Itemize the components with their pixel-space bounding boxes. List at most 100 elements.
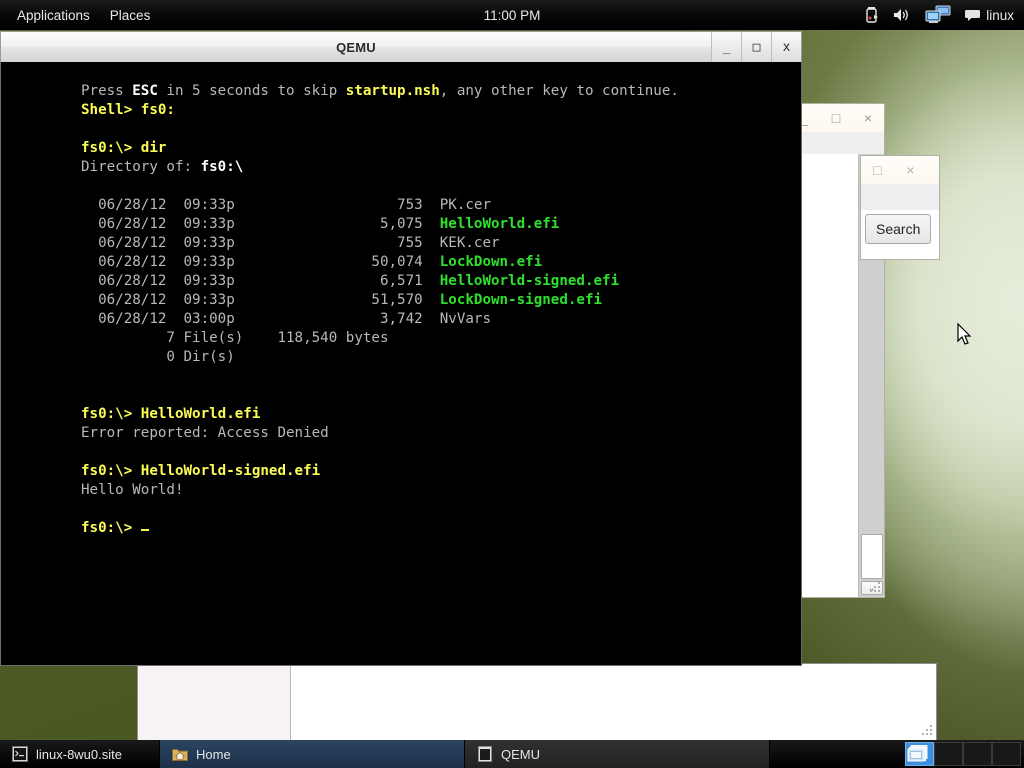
qemu-screen[interactable]: Press ESC in 5 seconds to skip startup.n… [0,62,802,666]
console-line: 06/28/12 03:00p 3,742 NvVars [81,310,801,329]
console-text: HelloWorld-signed.efi [440,273,619,289]
console-line [81,443,801,462]
console-text: Directory of: [81,159,201,175]
console-text: 0 Dir(s) [81,349,235,365]
search-dialog-window-buttons: □ × [861,156,927,184]
minimize-button[interactable]: _ [711,32,741,62]
console-line: fs0:\> HelloWorld-signed.efi [81,462,801,481]
console-text: startup.nsh [346,83,440,99]
search-dialog-toolbar [860,184,940,210]
console-text: HelloWorld.efi [141,406,261,422]
battery-icon[interactable] [865,6,879,24]
text-cursor [141,529,149,531]
file-manager-sidebar[interactable] [138,664,291,740]
top-panel: Applications Places 11:00 PM [0,0,1024,30]
console-text: ESC [132,83,158,99]
search-dialog-body: Search [860,210,940,260]
console-text: 7 File(s) 118,540 bytes [81,330,389,346]
file-manager-content[interactable] [291,664,936,740]
console-line: 06/28/12 09:33p 51,570 LockDown-signed.e… [81,291,801,310]
console-text: 06/28/12 03:00p 3,742 [81,311,440,327]
workspace-switcher [902,740,1024,768]
panel-menus: Applications Places [0,4,159,27]
scrollbar-thumb[interactable] [861,534,883,580]
folder-home-icon [172,746,188,762]
workspace-2[interactable] [934,742,963,766]
taskbar-label: QEMU [501,747,540,762]
console-line: 7 File(s) 118,540 bytes [81,329,801,348]
terminal-icon [12,746,28,762]
qemu-titlebar[interactable]: QEMU _ □ x [0,31,802,62]
taskbar-item-terminal[interactable]: linux-8wu0.site [0,740,160,768]
taskbar-item-home[interactable]: Home [160,740,465,768]
console-line: fs0:\> dir [81,139,801,158]
console-text: NvVars [440,311,491,327]
chat-bubble-icon [965,9,980,22]
console-text: KEK.cer [440,235,500,251]
file-manager-window[interactable] [137,663,937,741]
workspace-3[interactable] [963,742,992,766]
console-line: Hello World! [81,481,801,500]
search-button[interactable]: Search [865,214,931,244]
console-text: 06/28/12 09:33p 755 [81,235,440,251]
console-text: 06/28/12 09:33p 6,571 [81,273,440,289]
console-text: fs0:\> [81,140,141,156]
console-text: dir [141,140,167,156]
resize-grip-icon[interactable] [920,724,934,738]
console-text: fs0:\> [81,520,141,536]
console-text: fs0:\> [81,406,141,422]
console-text: , any other key to continue. [440,83,679,99]
close-button[interactable]: × [852,104,884,132]
console-line [81,500,801,519]
applications-menu[interactable]: Applications [8,4,99,27]
qemu-window-buttons: _ □ x [711,32,801,62]
console-text: HelloWorld-signed.efi [141,463,320,479]
console-line: fs0:\> HelloWorld.efi [81,405,801,424]
workspace-1[interactable] [905,742,934,766]
console-line [81,367,801,386]
taskbar-item-qemu[interactable]: QEMU [465,740,770,768]
console-text: in 5 seconds to skip [158,83,346,99]
network-display-icon[interactable] [925,5,951,25]
close-button[interactable]: x [771,32,801,62]
console-line: 06/28/12 09:33p 6,571 HelloWorld-signed.… [81,272,801,291]
console-line: Directory of: fs0:\ [81,158,801,177]
console-line: 06/28/12 09:33p 5,075 HelloWorld.efi [81,215,801,234]
console-text: HelloWorld.efi [440,216,560,232]
console-line: 06/28/12 09:33p 753 PK.cer [81,196,801,215]
close-button[interactable]: × [894,156,927,184]
system-tray: linux [865,5,1024,25]
places-menu[interactable]: Places [101,4,160,27]
console-text: Shell> [81,102,141,118]
console-line: fs0:\> [81,519,801,538]
console-line: Press ESC in 5 seconds to skip startup.n… [81,82,801,101]
console-line: Shell> fs0: [81,101,801,120]
console-line: 0 Dir(s) [81,348,801,367]
qemu-window[interactable]: QEMU _ □ x Press ESC in 5 seconds to ski… [0,31,802,666]
maximize-button[interactable]: □ [741,32,771,62]
qemu-window-title: QEMU [1,40,711,55]
console-text: fs0:\> [81,463,141,479]
maximize-button[interactable]: □ [861,156,894,184]
file-manager-body [137,663,937,741]
console-line: 06/28/12 09:33p 755 KEK.cer [81,234,801,253]
console-line: 06/28/12 09:33p 50,074 LockDown.efi [81,253,801,272]
console-text: fs0:\ [201,159,244,175]
console-line: Error reported: Access Denied [81,424,801,443]
console-text: Error reported: Access Denied [81,425,329,441]
workspace-4[interactable] [992,742,1021,766]
uefi-shell-console[interactable]: Press ESC in 5 seconds to skip startup.n… [1,62,801,538]
taskbar-label: linux-8wu0.site [36,747,122,762]
console-text: 06/28/12 09:33p 51,570 [81,292,440,308]
console-line [81,120,801,139]
bottom-panel: linux-8wu0.site Home QEMU [0,740,1024,768]
console-text: LockDown-signed.efi [440,292,602,308]
user-indicator[interactable]: linux [965,8,1014,23]
resize-grip-icon[interactable] [868,581,882,595]
volume-icon[interactable] [893,7,911,23]
maximize-button[interactable]: □ [820,104,852,132]
search-dialog-window[interactable]: □ × Search [860,155,940,260]
console-text: 06/28/12 09:33p 753 [81,197,440,213]
taskbar-label: Home [196,747,231,762]
search-dialog-titlebar[interactable]: □ × [860,155,940,184]
